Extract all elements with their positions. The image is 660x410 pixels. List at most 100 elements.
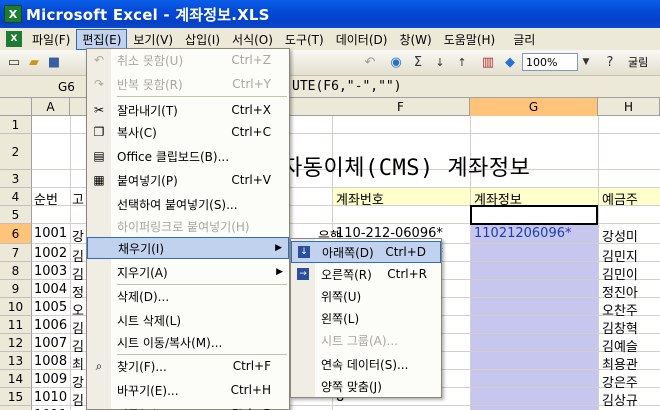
hyperlink-globe-icon[interactable]: ◉ <box>386 52 406 72</box>
save-icon[interactable]: ■ <box>44 53 64 73</box>
cell-name[interactable]: 김 <box>72 390 84 409</box>
cell-depositor[interactable]: 강성미 <box>602 226 638 245</box>
edit-menu-item[interactable]: 채우기(I) ▶ <box>87 237 289 259</box>
header-b[interactable]: 고 <box>72 189 84 208</box>
zoom-dropdown-icon[interactable]: ▼ <box>580 52 592 72</box>
edit-menu-item[interactable]: 바꾸기(E)... Ctrl+H <box>87 379 289 401</box>
sort-descending-icon[interactable]: ↑ <box>452 52 472 72</box>
edit-menu-item[interactable]: ✂ 잘라내기(T) Ctrl+X <box>87 99 289 121</box>
row-header-16[interactable]: 16 <box>0 406 32 410</box>
sort-ascending-icon[interactable]: ↓ <box>430 52 450 72</box>
edit-menu-item[interactable]: 이동(G)...Ctrl+G <box>87 403 289 410</box>
cell-depositor[interactable]: 정진아 <box>602 282 638 301</box>
menu-help[interactable]: 도움말(H) <box>438 29 502 50</box>
row-header-2[interactable]: 2 <box>0 134 32 170</box>
open-folder-icon[interactable]: ▰ <box>24 53 44 73</box>
cell-depositor[interactable]: 김상규 <box>602 390 638 409</box>
header-num[interactable]: 순번 <box>34 189 58 208</box>
help-search-box[interactable]: 글리 <box>507 29 541 50</box>
row-header-15[interactable]: 15 <box>0 388 32 406</box>
cell-name[interactable]: 김 <box>72 336 84 355</box>
row-header-10[interactable]: 10 <box>0 298 32 316</box>
cell-num[interactable]: 1009 <box>34 372 67 387</box>
edit-menu-item[interactable]: 지우기(A) ▶ <box>87 261 289 283</box>
cell-name[interactable]: 강 <box>72 226 84 245</box>
column-header-a[interactable]: A <box>32 98 70 116</box>
menu-file[interactable]: 파일(F) <box>26 29 76 50</box>
excel-app-icon[interactable]: X <box>4 5 22 23</box>
cell-num[interactable]: 1005 <box>34 300 67 315</box>
cell-name[interactable]: 오 <box>72 300 84 319</box>
edit-menu-item[interactable]: 선택하여 붙여넣기(S)... <box>87 193 289 215</box>
autosum-icon[interactable]: Σ <box>408 52 428 72</box>
cell-num[interactable]: 1004 <box>34 282 67 297</box>
menu-window[interactable]: 창(W) <box>393 29 437 50</box>
cell-name[interactable]: 김 <box>72 318 84 337</box>
header-depositor[interactable]: 예금주 <box>602 189 638 208</box>
fill-submenu-item[interactable]: ↓ 아래쪽(D) Ctrl+D <box>291 241 441 263</box>
menu-insert[interactable]: 삽입(I) <box>179 29 226 50</box>
cell-name[interactable]: 강 <box>72 372 84 391</box>
cell-num[interactable]: 1003 <box>34 264 67 279</box>
cell-depositor[interactable]: 김창혁 <box>602 318 638 337</box>
active-cell-g6[interactable] <box>470 205 598 225</box>
cell-name[interactable]: 정 <box>72 282 84 301</box>
menu-format[interactable]: 서식(O) <box>226 29 279 50</box>
column-header-f[interactable]: F <box>332 98 470 116</box>
cell-depositor[interactable]: 김예슬 <box>602 336 638 355</box>
column-header-h[interactable]: H <box>598 98 660 116</box>
row-header-3[interactable]: 3 <box>0 170 32 188</box>
row-header-6[interactable]: 6 <box>0 224 32 244</box>
zoom-combo[interactable]: 100% <box>522 53 578 71</box>
workbook-icon[interactable]: X <box>6 31 22 47</box>
formula-input[interactable]: UTE(F6,"-","") <box>292 79 402 94</box>
fill-submenu-item[interactable]: → 오른쪽(R) Ctrl+R <box>291 263 441 285</box>
new-document-icon[interactable]: ▭ <box>4 53 24 73</box>
drawing-icon[interactable]: ◆ <box>500 52 520 72</box>
header-account-number[interactable]: 계좌번호 <box>336 189 384 208</box>
cell-account-info[interactable]: 11021206096* <box>474 226 571 241</box>
menu-edit[interactable]: 편집(E) <box>76 28 128 50</box>
menu-tools[interactable]: 도구(T) <box>279 29 330 50</box>
fill-submenu-item[interactable]: 왼쪽(L) <box>291 307 441 329</box>
row-header-13[interactable]: 13 <box>0 352 32 370</box>
name-box[interactable]: G6 <box>58 80 75 94</box>
cell-name[interactable]: 김 <box>72 246 84 265</box>
cell-depositor[interactable]: 김민이 <box>602 264 638 283</box>
column-header-g[interactable]: G <box>470 98 598 116</box>
undo-arrow-icon[interactable]: ↶ <box>360 52 380 72</box>
cell-num[interactable]: 1006 <box>34 318 67 333</box>
row-header-1[interactable]: 1 <box>0 116 32 134</box>
edit-menu-item[interactable]: ❐ 복사(C) Ctrl+C <box>87 121 289 143</box>
cell-num[interactable]: 1010 <box>34 390 67 405</box>
chart-wizard-icon[interactable]: ▥ <box>478 52 498 72</box>
help-icon[interactable]: ? <box>600 52 620 72</box>
edit-menu-item[interactable]: ▤ Office 클립보드(B)... <box>87 145 289 167</box>
edit-menu-item[interactable]: 삭제(D)... <box>87 285 289 307</box>
edit-menu-item[interactable]: ▦ 붙여넣기(P) Ctrl+V <box>87 169 289 191</box>
fill-submenu-item[interactable]: 양쪽 맞춤(J) <box>291 375 441 397</box>
edit-menu-item[interactable]: 시트 삭제(L) <box>87 309 289 331</box>
row-header-7[interactable]: 7 <box>0 244 32 262</box>
row-header-9[interactable]: 9 <box>0 280 32 298</box>
menu-data[interactable]: 데이터(D) <box>330 29 394 50</box>
cell-num[interactable]: 1002 <box>34 246 67 261</box>
row-header-8[interactable]: 8 <box>0 262 32 280</box>
cell-name[interactable]: 최 <box>72 354 84 373</box>
row-header-12[interactable]: 12 <box>0 334 32 352</box>
fill-submenu-item[interactable]: 위쪽(U) <box>291 285 441 307</box>
fill-submenu-item[interactable]: 연속 데이터(S)... <box>291 353 441 375</box>
cell-depositor[interactable]: 김민지 <box>602 246 638 265</box>
row-header-4[interactable]: 4 <box>0 188 32 206</box>
cell-depositor[interactable]: 최용관 <box>602 354 638 373</box>
cell-num[interactable]: 1007 <box>34 336 67 351</box>
cell-num[interactable]: 1001 <box>34 226 67 241</box>
edit-menu-item[interactable]: 시트 이동/복사(M)... <box>87 331 289 353</box>
menu-view[interactable]: 보기(V) <box>127 29 179 50</box>
font-combo[interactable]: 굴림 <box>628 54 648 70</box>
cell-name[interactable]: 김 <box>72 264 84 283</box>
row-header-5[interactable]: 5 <box>0 206 32 224</box>
cell-num[interactable]: 1008 <box>34 354 67 369</box>
select-all-corner[interactable] <box>0 98 32 116</box>
cell-depositor[interactable]: 강은주 <box>602 372 638 391</box>
